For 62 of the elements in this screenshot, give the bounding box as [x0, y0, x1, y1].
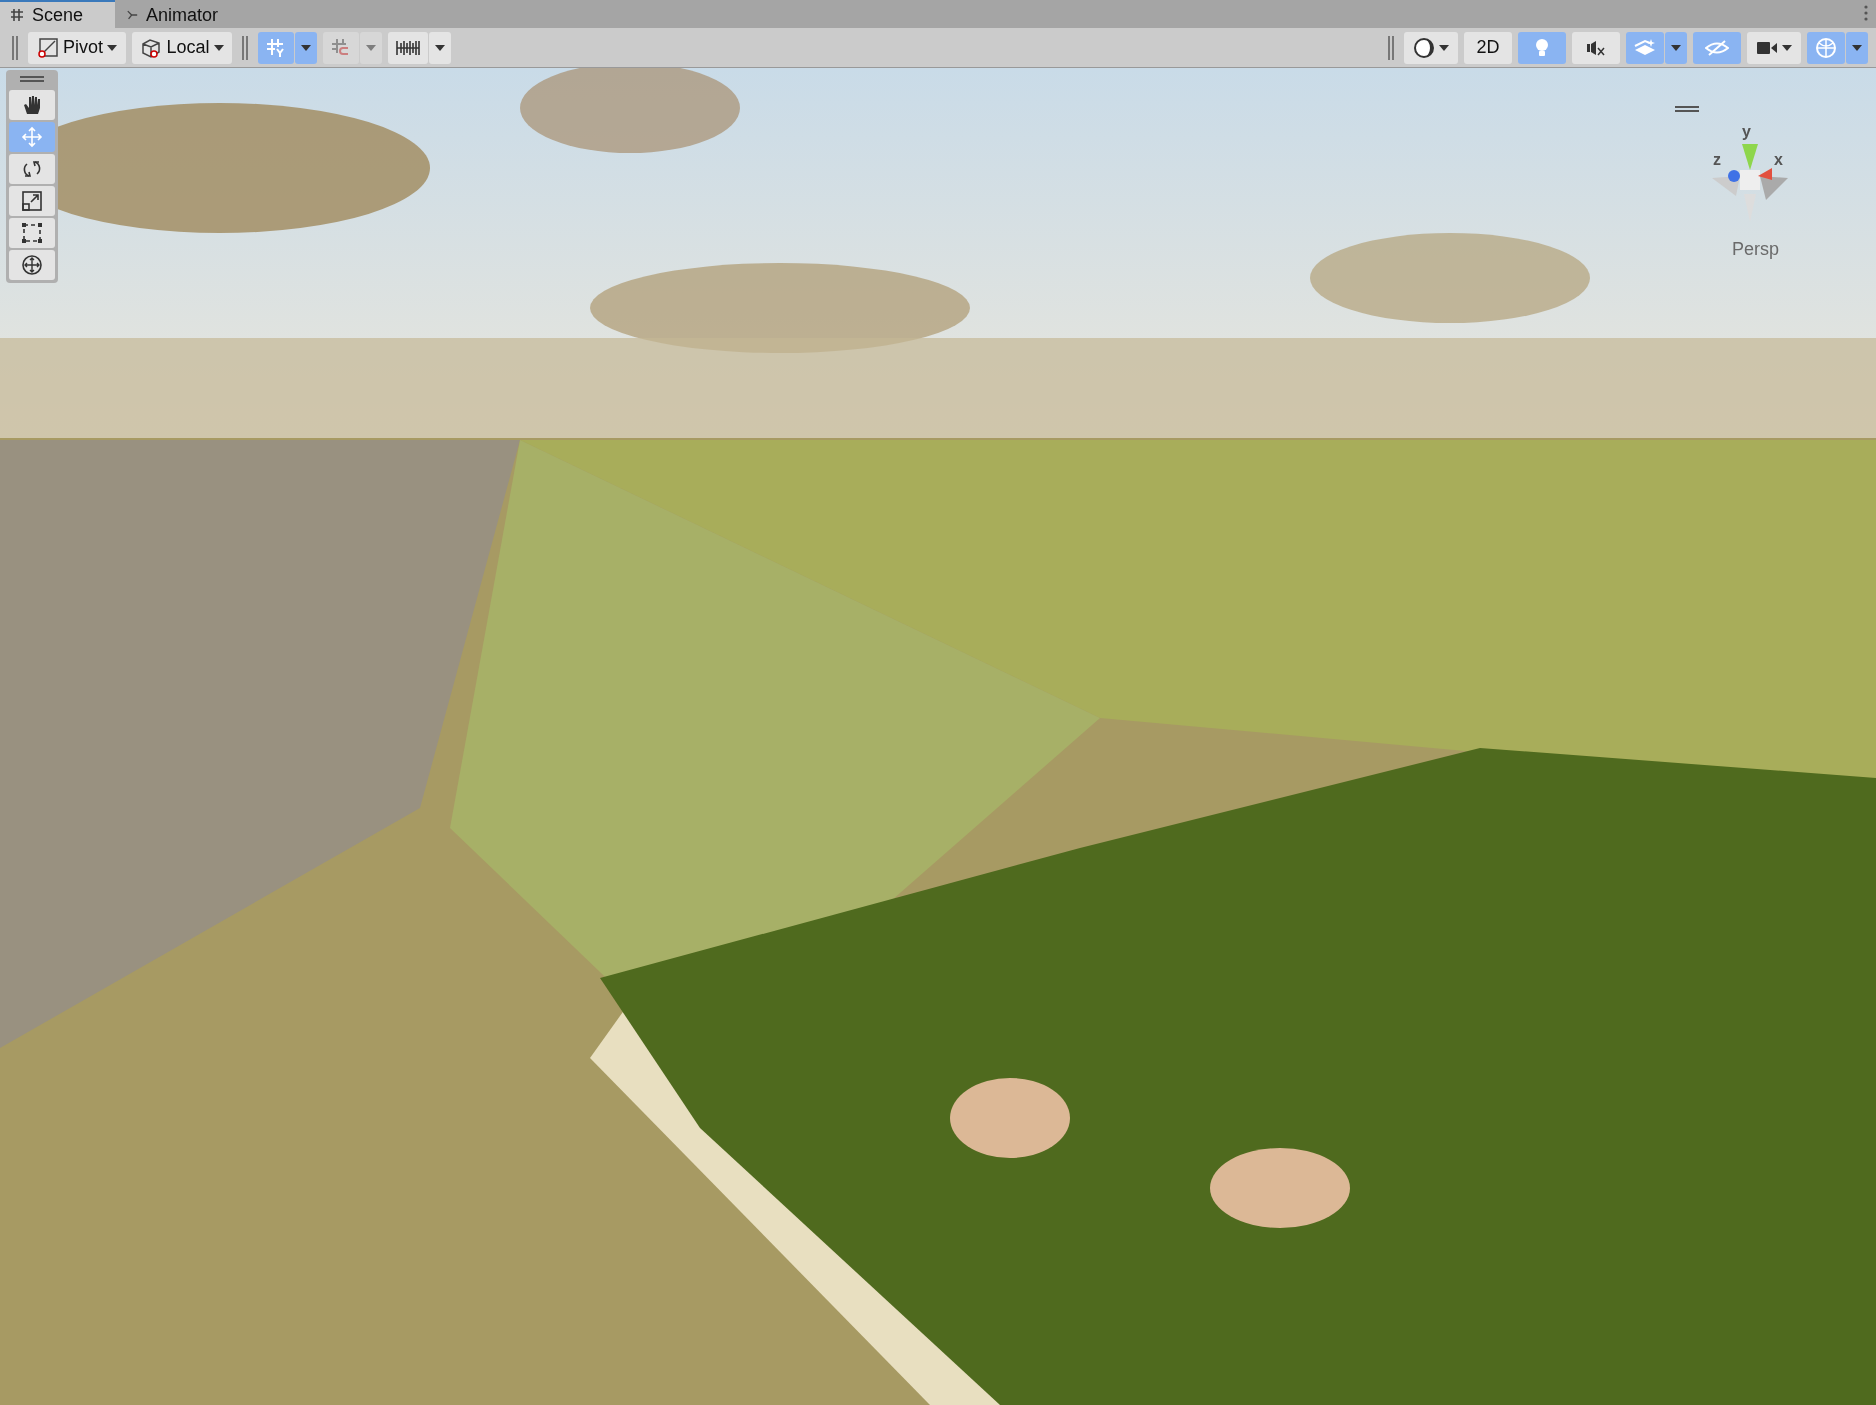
more-options-icon[interactable] [1864, 5, 1868, 21]
tab[interactable]: Scene [0, 0, 115, 28]
toolbar-grip-icon[interactable] [1388, 35, 1394, 60]
scale-icon [21, 190, 43, 212]
muted-speaker-icon [1586, 39, 1606, 56]
tab[interactable]: Animator [115, 0, 230, 28]
effects-toggle[interactable] [1626, 31, 1664, 64]
caret-icon [1852, 44, 1862, 51]
drag-handle-icon[interactable] [1675, 106, 1699, 112]
caret-icon [435, 44, 445, 51]
lighting-toggle[interactable] [1518, 31, 1566, 64]
pivot-dropdown[interactable]: Pivot [28, 31, 126, 64]
layers-sparkle-icon [1634, 37, 1656, 58]
toggle-2d-button[interactable]: 2D [1464, 31, 1512, 64]
camera-dropdown[interactable] [1747, 31, 1801, 64]
transform-tool-button[interactable] [9, 250, 55, 280]
transform-icon [21, 254, 43, 276]
light-bulb-icon [1534, 37, 1550, 58]
video-camera-icon [1756, 39, 1778, 56]
hidden-eye-icon [1705, 38, 1729, 57]
axis-label: z [1713, 150, 1721, 170]
rotate-tool-button[interactable] [9, 154, 55, 184]
pivot-icon [37, 36, 59, 59]
ruler-icon [396, 38, 420, 57]
caret-icon [366, 44, 376, 51]
caret-icon [1439, 44, 1449, 51]
cube-icon [140, 36, 163, 59]
gizmos-toggle[interactable] [1807, 31, 1845, 64]
space-dropdown[interactable]: Local [132, 31, 232, 64]
rotate-arrows-icon [21, 158, 43, 180]
dropdown-button[interactable] [295, 31, 317, 64]
toolbar-grip-icon[interactable] [12, 35, 18, 60]
drag-handle-icon[interactable] [20, 76, 44, 82]
dropdown-button[interactable] [1665, 31, 1687, 64]
audio-toggle[interactable] [1572, 31, 1620, 64]
grid-axis-icon [266, 37, 286, 58]
grid-snapping-toggle[interactable] [258, 31, 294, 64]
grid-icon [10, 8, 24, 22]
hand-tool-button[interactable] [9, 90, 55, 120]
branch-icon [127, 8, 138, 22]
caret-icon [213, 44, 224, 51]
sphere-icon [1413, 36, 1435, 59]
rect-tool-button[interactable] [9, 218, 55, 248]
magnet-grid-icon [331, 37, 351, 58]
projection-label[interactable]: Persp [1732, 236, 1780, 263]
caret-icon [1671, 44, 1681, 51]
globe-icon [1815, 36, 1837, 59]
hand-icon [21, 94, 43, 116]
axis-label: x [1774, 150, 1783, 170]
shading-mode-dropdown[interactable] [1404, 31, 1458, 64]
move-arrows-icon [21, 126, 43, 148]
caret-icon [1782, 44, 1792, 51]
caret-icon [107, 44, 117, 51]
ruler-toggle[interactable] [388, 31, 428, 64]
scene-visibility-toggle[interactable] [1693, 31, 1741, 64]
scale-tool-button[interactable] [9, 186, 55, 216]
dropdown-button[interactable] [429, 31, 451, 64]
caret-icon [301, 44, 311, 51]
rect-tool-icon [21, 222, 43, 244]
axis-label: y [1742, 122, 1751, 142]
dropdown-button[interactable] [1846, 31, 1868, 64]
toolbar-grip-icon[interactable] [242, 35, 248, 60]
